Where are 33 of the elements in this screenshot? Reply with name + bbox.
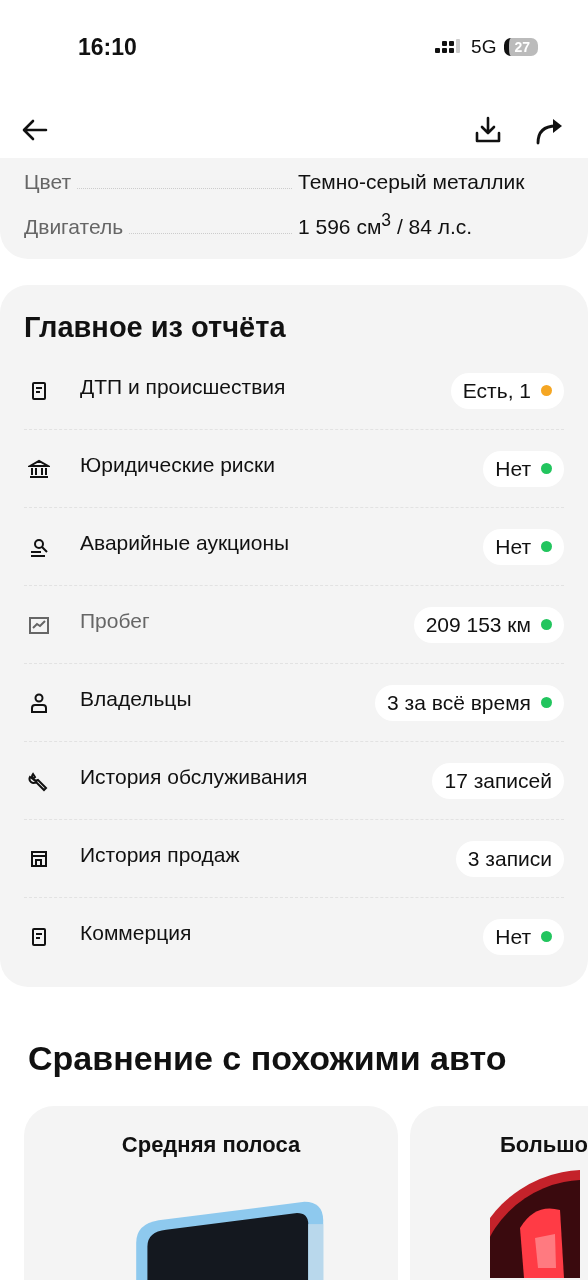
report-value-badge: Нет (483, 450, 564, 487)
section-title: Сравнение с похожими авто (27, 1039, 508, 1078)
report-item-label: Владельцы (80, 686, 193, 711)
network-label: 5G (471, 36, 497, 58)
report-item-label: История продаж (80, 842, 241, 867)
download-icon[interactable] (474, 116, 502, 144)
report-item-label: Пробег (80, 608, 151, 633)
spec-label: Цвет (24, 170, 72, 194)
spec-value: 1 596 см$^{3}$ / 84 л.с. (298, 210, 474, 239)
status-time: 16:10 (78, 33, 137, 61)
person-icon (28, 691, 50, 714)
comparison-card[interactable]: Большо (410, 1106, 588, 1280)
report-item-label: История обслуживания (80, 764, 309, 789)
section-title: Главное из отчёта (24, 311, 287, 344)
report-value-badge: 209 153 км (413, 606, 564, 643)
report-value-badge: 17 записей (432, 762, 564, 799)
report-value-badge: 3 за всё время (375, 684, 564, 721)
report-item-label: ДТП и происшествия (80, 374, 287, 399)
report-value-badge: Нет (483, 918, 564, 955)
spec-label: Двигатель (24, 215, 124, 239)
card-title: Средняя полоса (121, 1132, 301, 1158)
battery-indicator: 27 (504, 38, 538, 56)
report-value-badge: 3 записи (455, 840, 564, 877)
bank-icon (28, 457, 50, 480)
report-item-label: Коммерция (80, 920, 193, 945)
report-value-badge: Нет (483, 528, 564, 565)
card-title: Большо (500, 1132, 588, 1158)
report-value-badge: Есть, 1 (450, 372, 564, 409)
report-item-label: Аварийные аукционы (80, 530, 291, 555)
spec-value: Темно-серый металлик (298, 170, 526, 194)
comparison-card[interactable]: Средняя полоса (24, 1106, 398, 1280)
report-item-label: Юридические риски (80, 452, 276, 477)
back-icon[interactable] (22, 119, 48, 141)
